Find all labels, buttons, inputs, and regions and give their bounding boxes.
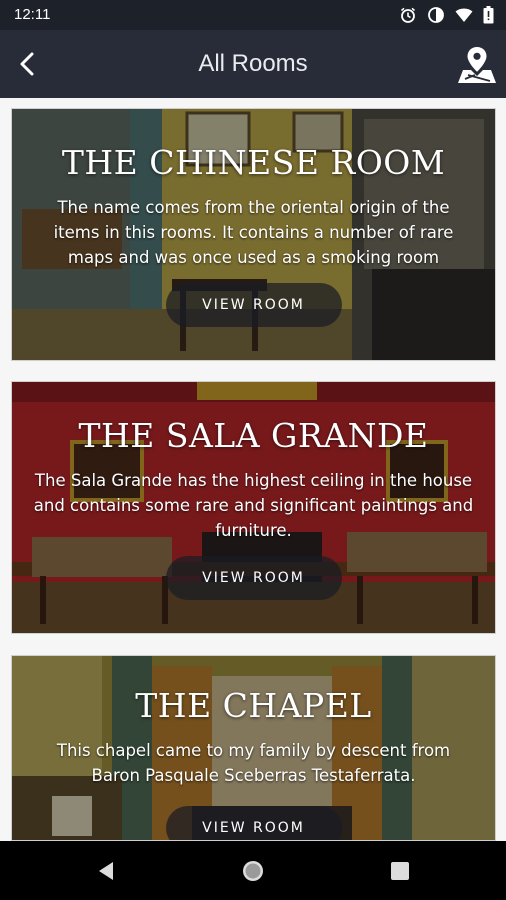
page-title: All Rooms	[198, 50, 308, 77]
room-title: THE SALA GRANDE	[78, 416, 429, 455]
status-bar: 12:11	[0, 0, 506, 30]
nav-recents-button[interactable]	[388, 859, 412, 883]
map-button[interactable]	[456, 44, 498, 86]
alarm-icon	[399, 6, 417, 24]
room-description: The name comes from the oriental origin …	[53, 198, 454, 267]
view-room-button[interactable]: VIEW ROOM	[165, 283, 342, 327]
system-nav-bar	[0, 841, 506, 900]
circle-home-icon	[243, 861, 263, 881]
room-description: The Sala Grande has the highest ceiling …	[33, 471, 474, 540]
status-icons	[399, 6, 494, 24]
room-title: THE CHAPEL	[135, 686, 372, 725]
room-card-chinese-room[interactable]: THE CHINESE ROOM The name comes from the…	[11, 108, 496, 361]
status-time: 12:11	[14, 6, 51, 23]
room-title: THE CHINESE ROOM	[61, 143, 446, 182]
room-description: This chapel came to my family by descent…	[56, 741, 451, 785]
view-room-button[interactable]: VIEW ROOM	[165, 806, 342, 840]
map-pin-icon	[458, 47, 496, 83]
vibrate-icon	[427, 6, 445, 24]
rooms-list[interactable]: THE CHINESE ROOM The name comes from the…	[0, 98, 506, 841]
room-card-sala-grande[interactable]: THE SALA GRANDE The Sala Grande has the …	[11, 381, 496, 634]
square-recents-icon	[391, 862, 409, 880]
room-card-chapel[interactable]: THE CHAPEL This chapel came to my family…	[11, 655, 496, 841]
nav-home-button[interactable]	[241, 859, 265, 883]
battery-icon	[483, 6, 494, 24]
view-room-button[interactable]: VIEW ROOM	[165, 556, 342, 600]
app-bar: All Rooms	[0, 30, 506, 98]
wifi-icon	[455, 7, 473, 23]
nav-back-button[interactable]	[95, 859, 119, 883]
triangle-back-icon	[99, 862, 113, 880]
